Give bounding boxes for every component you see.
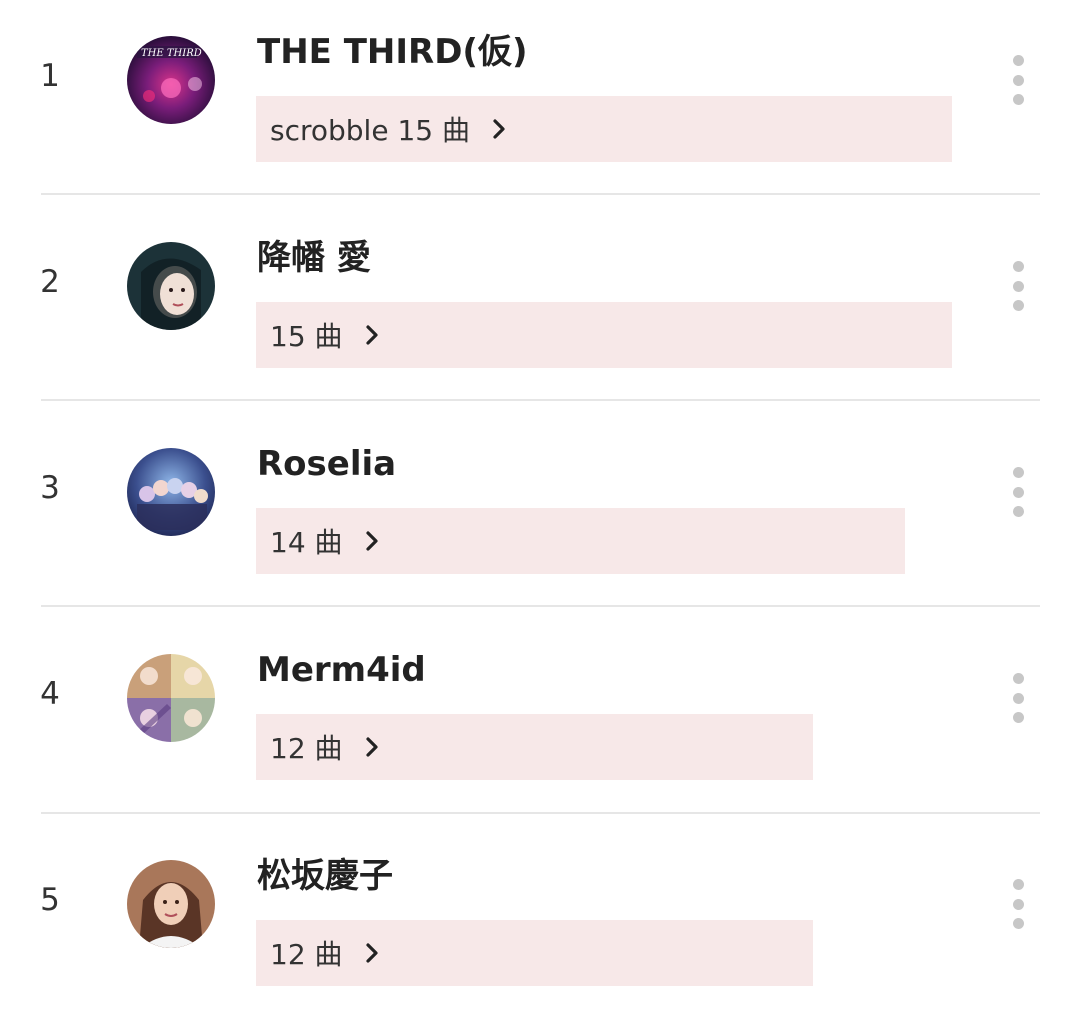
divider [41,399,1040,401]
artist-name[interactable]: Merm4id [257,647,426,693]
artist-row[interactable]: 1 THE THIRD THE THIRD(仮) scrobble 15 曲 [0,0,1080,197]
portrait-photo-avatar-icon [127,242,215,330]
group-artwork-avatar-icon [127,654,215,742]
more-vertical-icon[interactable] [1005,467,1031,517]
artist-row[interactable]: 2 降幡 愛 15 曲 [0,197,1080,403]
artist-avatar[interactable] [127,448,215,536]
svg-text:THE THIRD: THE THIRD [141,48,202,59]
divider [41,605,1040,607]
artist-row[interactable]: 4 Merm4id 12 曲 [0,609,1080,815]
artist-avatar[interactable]: THE THIRD [127,36,215,124]
portrait-photo-avatar-icon [127,860,215,948]
scrobble-count-label: 14 曲 [270,526,343,559]
more-vertical-icon[interactable] [1005,55,1031,105]
artist-avatar[interactable] [127,860,215,948]
scrobble-count-label: scrobble 15 曲 [270,114,470,147]
chevron-right-icon [365,531,378,551]
scrobble-count-label: 15 曲 [270,320,343,353]
artist-name[interactable]: Roselia [257,441,396,487]
artist-row[interactable]: 5 松坂慶子 12 曲 [0,815,1080,1021]
chevron-right-icon [365,325,378,345]
scrobble-count-bar[interactable]: 14 曲 [256,508,905,574]
artist-name[interactable]: 降幡 愛 [257,235,371,281]
chevron-right-icon [365,943,378,963]
rank-number: 1 [40,58,60,94]
scrobble-count-bar[interactable]: 15 曲 [256,302,952,368]
more-vertical-icon[interactable] [1005,261,1031,311]
artist-avatar[interactable] [127,654,215,742]
scrobble-count-bar[interactable]: scrobble 15 曲 [256,96,952,162]
rank-number: 4 [40,676,60,712]
rank-number: 2 [40,264,60,300]
artist-avatar[interactable] [127,242,215,330]
divider [41,193,1040,195]
divider [41,812,1040,814]
chevron-right-icon [365,737,378,757]
scrobble-count-bar[interactable]: 12 曲 [256,920,813,986]
scrobble-count-label: 12 曲 [270,732,343,765]
more-vertical-icon[interactable] [1005,673,1031,723]
band-live-photo-avatar-icon: THE THIRD [127,36,215,124]
scrobble-count-bar[interactable]: 12 曲 [256,714,813,780]
scrobble-count-label: 12 曲 [270,938,343,971]
rank-number: 5 [40,882,60,918]
artist-name[interactable]: 松坂慶子 [257,853,393,899]
artist-row[interactable]: 3 Roselia 14 曲 [0,403,1080,609]
chevron-right-icon [493,119,505,139]
rank-number: 3 [40,470,60,506]
artist-name[interactable]: THE THIRD(仮) [257,29,528,75]
more-vertical-icon[interactable] [1005,879,1031,929]
group-artwork-avatar-icon [127,448,215,536]
